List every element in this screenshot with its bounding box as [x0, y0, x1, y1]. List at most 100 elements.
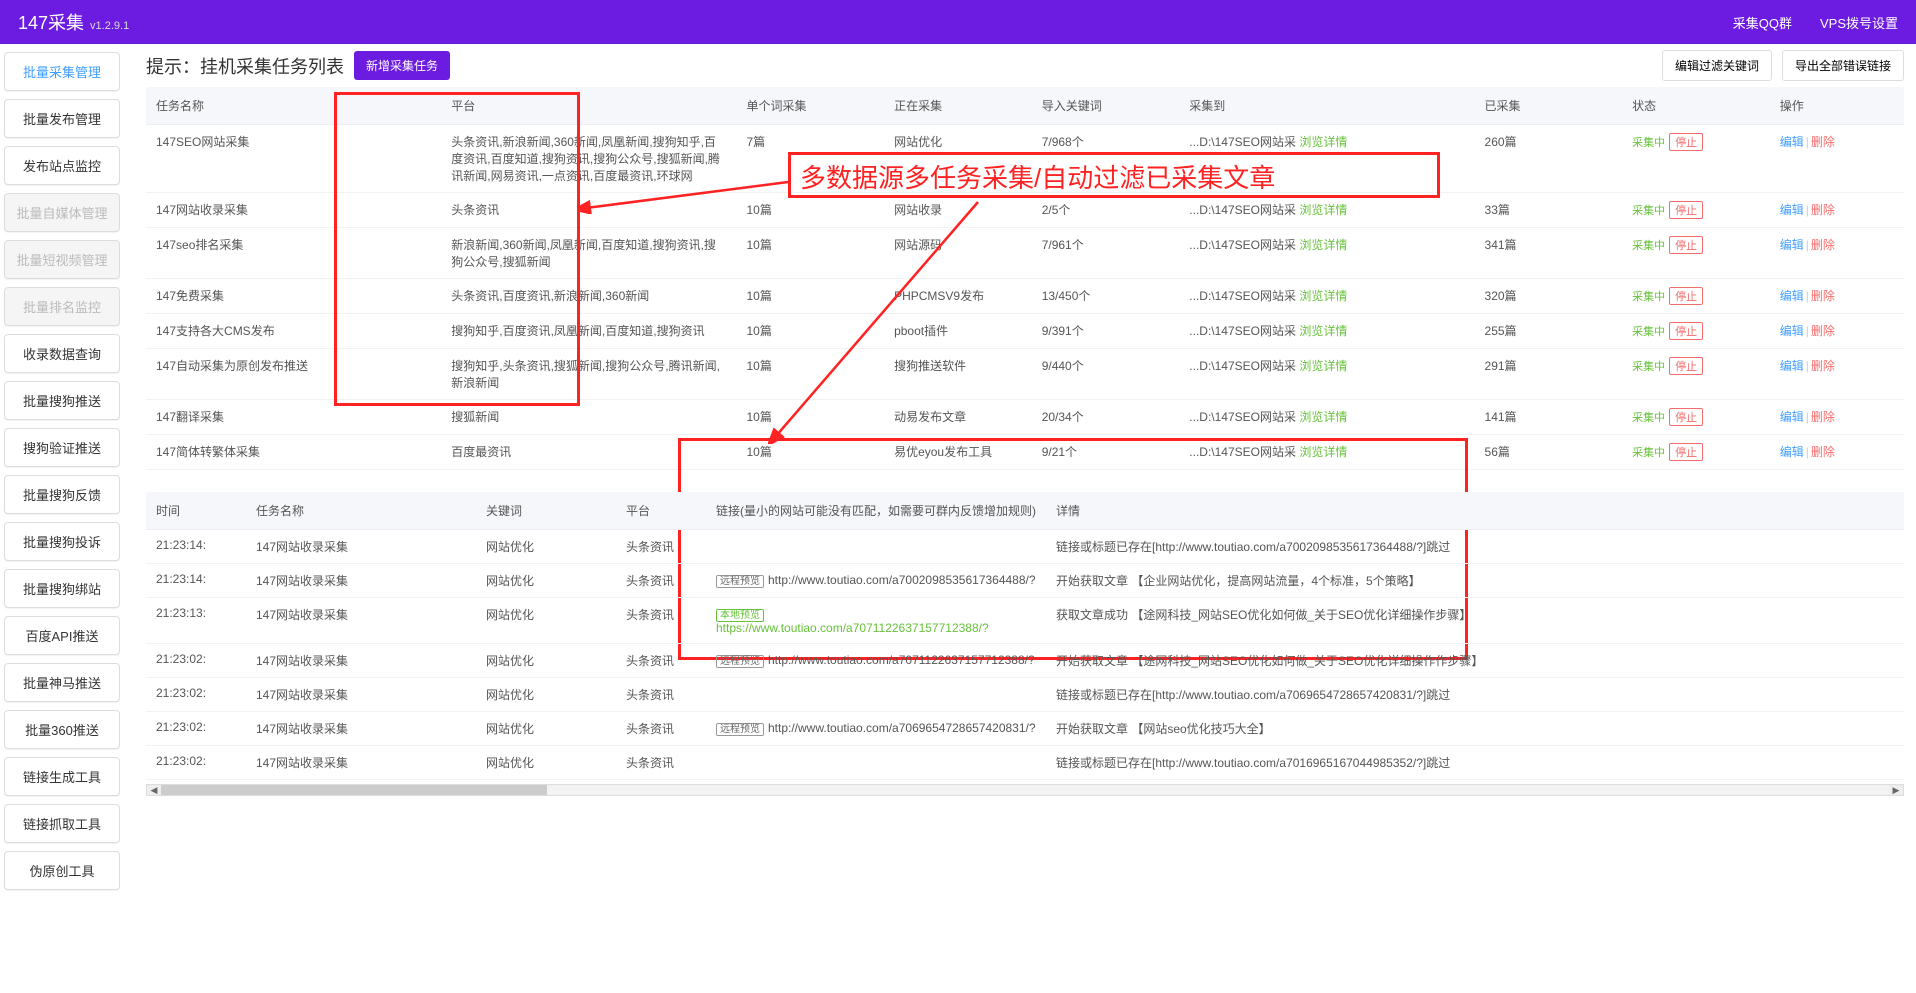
cell-plat: 头条资讯 [616, 712, 706, 746]
cell-target: ...D:\147SEO网站采 浏览详情 [1179, 349, 1474, 400]
sidebar: 批量采集管理批量发布管理发布站点监控批量自媒体管理批量短视频管理批量排名监控收录… [0, 44, 128, 993]
cell-status: 采集中 停止 [1622, 400, 1770, 435]
cell-ops: 编辑|删除 [1770, 125, 1904, 193]
cell-plat: 头条资讯 [616, 746, 706, 780]
sidebar-item-15[interactable]: 链接生成工具 [4, 757, 120, 796]
sidebar-item-14[interactable]: 批量360推送 [4, 710, 120, 749]
title-row: 提示：挂机采集任务列表 新增采集任务 编辑过滤关键词 导出全部错误链接 [146, 50, 1904, 81]
url-text: http://www.toutiao.com/a7071122637157712… [768, 653, 1035, 667]
th-detail: 详情 [1046, 492, 1904, 530]
detail-link[interactable]: 浏览详情 [1299, 203, 1347, 217]
detail-link[interactable]: 浏览详情 [1299, 359, 1347, 373]
sidebar-item-13[interactable]: 批量神马推送 [4, 663, 120, 702]
cell-task: 147网站收录采集 [246, 712, 476, 746]
add-task-button[interactable]: 新增采集任务 [354, 51, 450, 80]
sidebar-item-17[interactable]: 伪原创工具 [4, 851, 120, 890]
cell-word: 10篇 [736, 193, 884, 228]
edit-link[interactable]: 编辑 [1780, 324, 1804, 338]
stop-button[interactable]: 停止 [1669, 443, 1703, 461]
cell-detail: 开始获取文章 【企业网站优化，提高网站流量，4个标准，5个策略】 [1046, 564, 1904, 598]
header-link-qq[interactable]: 采集QQ群 [1733, 13, 1792, 32]
stop-button[interactable]: 停止 [1669, 287, 1703, 305]
edit-link[interactable]: 编辑 [1780, 135, 1804, 149]
edit-link[interactable]: 编辑 [1780, 445, 1804, 459]
edit-link[interactable]: 编辑 [1780, 238, 1804, 252]
cell-count: 260篇 [1475, 125, 1623, 193]
sidebar-item-10[interactable]: 批量搜狗投诉 [4, 522, 120, 561]
remote-badge[interactable]: 远程预览 [716, 655, 764, 668]
edit-link[interactable]: 编辑 [1780, 203, 1804, 217]
detail-link[interactable]: 浏览详情 [1299, 135, 1347, 149]
task-row: 147自动采集为原创发布推送搜狗知乎,头条资讯,搜狐新闻,搜狗公众号,腾讯新闻,… [146, 349, 1904, 400]
annotation-text: 多数据源多任务采集/自动过滤已采集文章 [800, 158, 1275, 195]
delete-link[interactable]: 删除 [1811, 324, 1835, 338]
cell-count: 255篇 [1475, 314, 1623, 349]
delete-link[interactable]: 删除 [1811, 359, 1835, 373]
detail-link[interactable]: 浏览详情 [1299, 445, 1347, 459]
edit-link[interactable]: 编辑 [1780, 289, 1804, 303]
delete-link[interactable]: 删除 [1811, 445, 1835, 459]
scroll-thumb[interactable] [161, 785, 547, 795]
sidebar-item-5: 批量排名监控 [4, 287, 120, 326]
stop-button[interactable]: 停止 [1669, 322, 1703, 340]
delete-link[interactable]: 删除 [1811, 410, 1835, 424]
cell-name: 147支持各大CMS发布 [146, 314, 441, 349]
export-errors-button[interactable]: 导出全部错误链接 [1782, 50, 1904, 81]
delete-link[interactable]: 删除 [1811, 135, 1835, 149]
cell-plat: 头条资讯 [616, 530, 706, 564]
edit-link[interactable]: 编辑 [1780, 359, 1804, 373]
cell-platform: 百度最资讯 [441, 435, 736, 470]
horizontal-scrollbar[interactable]: ◀ ▶ [146, 784, 1904, 796]
status-text: 采集中 [1632, 323, 1665, 339]
cell-status: 采集中 停止 [1622, 125, 1770, 193]
cell-collecting: PHPCMSV9发布 [884, 279, 1032, 314]
cell-kw: 网站优化 [476, 712, 616, 746]
detail-link[interactable]: 浏览详情 [1299, 289, 1347, 303]
delete-link[interactable]: 删除 [1811, 289, 1835, 303]
cell-detail: 获取文章成功 【途网科技_网站SEO优化如何做_关于SEO优化详细操作步骤】 [1046, 598, 1904, 644]
delete-link[interactable]: 删除 [1811, 238, 1835, 252]
task-row: 147seo排名采集新浪新闻,360新闻,凤凰新闻,百度知道,搜狗资讯,搜狗公众… [146, 228, 1904, 279]
edit-filter-button[interactable]: 编辑过滤关键词 [1662, 50, 1772, 81]
cell-link [706, 678, 1046, 712]
sidebar-item-6[interactable]: 收录数据查询 [4, 334, 120, 373]
log-row: 21:23:02:147网站收录采集网站优化头条资讯远程预览http://www… [146, 712, 1904, 746]
sidebar-item-7[interactable]: 批量搜狗推送 [4, 381, 120, 420]
cell-platform: 搜狗知乎,头条资讯,搜狐新闻,搜狗公众号,腾讯新闻,新浪新闻 [441, 349, 736, 400]
sidebar-item-11[interactable]: 批量搜狗绑站 [4, 569, 120, 608]
app-title: 147采集 [18, 9, 84, 35]
sidebar-item-12[interactable]: 百度API推送 [4, 616, 120, 655]
scroll-right-icon[interactable]: ▶ [1889, 785, 1903, 795]
task-row: 147免费采集头条资讯,百度资讯,新浪新闻,360新闻10篇PHPCMSV9发布… [146, 279, 1904, 314]
sidebar-item-9[interactable]: 批量搜狗反馈 [4, 475, 120, 514]
delete-link[interactable]: 删除 [1811, 203, 1835, 217]
stop-button[interactable]: 停止 [1669, 357, 1703, 375]
status-text: 采集中 [1632, 409, 1665, 425]
cell-time: 21:23:02: [146, 644, 246, 678]
stop-button[interactable]: 停止 [1669, 408, 1703, 426]
remote-badge[interactable]: 远程预览 [716, 575, 764, 588]
edit-link[interactable]: 编辑 [1780, 410, 1804, 424]
stop-button[interactable]: 停止 [1669, 236, 1703, 254]
detail-link[interactable]: 浏览详情 [1299, 324, 1347, 338]
panel-title: 提示：挂机采集任务列表 [146, 53, 344, 79]
sidebar-item-0[interactable]: 批量采集管理 [4, 52, 120, 91]
detail-link[interactable]: 浏览详情 [1299, 410, 1347, 424]
th-platform: 平台 [441, 87, 736, 125]
detail-link[interactable]: 浏览详情 [1299, 238, 1347, 252]
remote-badge[interactable]: 远程预览 [716, 723, 764, 736]
sidebar-item-1[interactable]: 批量发布管理 [4, 99, 120, 138]
cell-name: 147自动采集为原创发布推送 [146, 349, 441, 400]
sidebar-item-2[interactable]: 发布站点监控 [4, 146, 120, 185]
cell-detail: 链接或标题已存在[http://www.toutiao.com/a7016965… [1046, 746, 1904, 780]
cell-platform: 搜狐新闻 [441, 400, 736, 435]
sidebar-item-8[interactable]: 搜狗验证推送 [4, 428, 120, 467]
cell-plat: 头条资讯 [616, 644, 706, 678]
header-link-vps[interactable]: VPS拨号设置 [1820, 13, 1898, 32]
scroll-left-icon[interactable]: ◀ [147, 785, 161, 795]
th-status: 状态 [1622, 87, 1770, 125]
stop-button[interactable]: 停止 [1669, 201, 1703, 219]
stop-button[interactable]: 停止 [1669, 133, 1703, 151]
cell-status: 采集中 停止 [1622, 193, 1770, 228]
sidebar-item-16[interactable]: 链接抓取工具 [4, 804, 120, 843]
